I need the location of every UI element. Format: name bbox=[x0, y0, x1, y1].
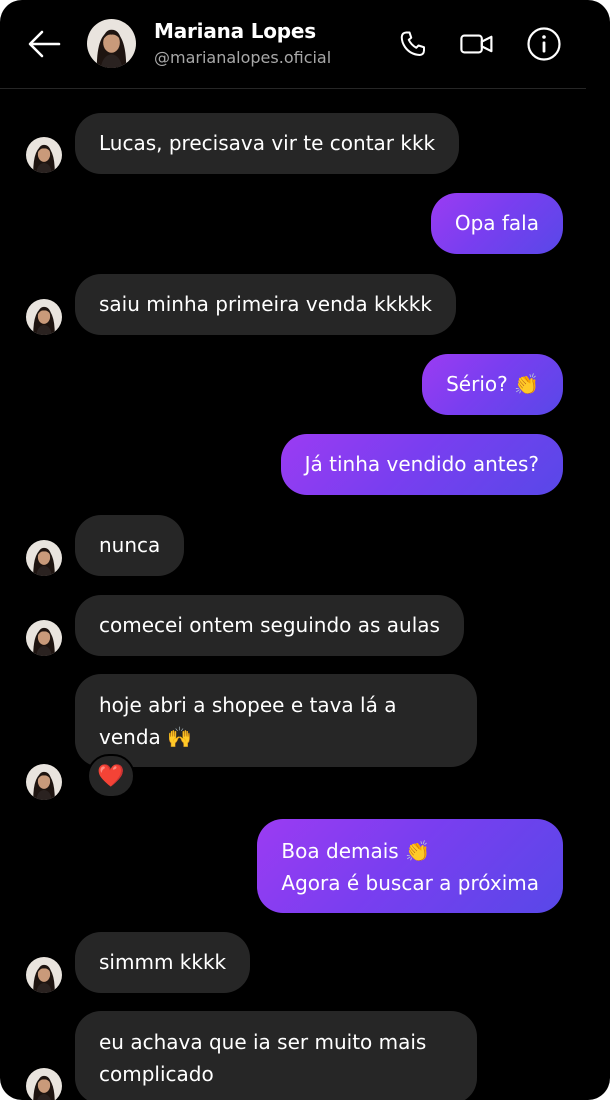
sender-avatar bbox=[26, 957, 62, 993]
chat-screen: Mariana Lopes @marianalopes.oficial Luca… bbox=[0, 0, 610, 1100]
sender-avatar bbox=[26, 540, 62, 576]
message-outgoing[interactable]: Sério? 👏 bbox=[422, 354, 563, 415]
phone-icon bbox=[400, 31, 425, 56]
sender-avatar bbox=[26, 137, 62, 173]
message-incoming[interactable]: nunca bbox=[75, 515, 185, 576]
video-icon bbox=[460, 34, 493, 54]
message-incoming[interactable]: saiu minha primeira venda kkkkk bbox=[75, 274, 456, 335]
call-button[interactable] bbox=[394, 25, 432, 63]
message-incoming[interactable]: eu achava que ia ser muito mais complica… bbox=[75, 1011, 477, 1100]
back-button[interactable] bbox=[26, 26, 62, 62]
message-outgoing[interactable]: Opa fala bbox=[430, 193, 563, 254]
chat-header: Mariana Lopes @marianalopes.oficial bbox=[0, 0, 610, 88]
message-incoming[interactable]: comecei ontem seguindo as aulas bbox=[75, 595, 464, 656]
sender-avatar bbox=[26, 764, 62, 800]
info-icon bbox=[527, 27, 561, 61]
message-outgoing[interactable]: Boa demais 👏 Agora é buscar a próxima bbox=[257, 819, 563, 913]
message-incoming[interactable]: simmm kkkk bbox=[75, 932, 251, 993]
sender-avatar bbox=[26, 1068, 62, 1100]
info-button[interactable] bbox=[525, 25, 563, 63]
contact-avatar[interactable] bbox=[87, 19, 136, 68]
message-incoming[interactable]: Lucas, precisava vir te contar kkk bbox=[75, 113, 460, 174]
message-outgoing[interactable]: Já tinha vendido antes? bbox=[280, 434, 563, 495]
header-divider bbox=[0, 88, 586, 89]
message-incoming[interactable]: hoje abri a shopee e tava lá a venda 🙌 bbox=[75, 674, 477, 767]
contact-handle: @marianalopes.oficial bbox=[154, 48, 332, 67]
sender-avatar bbox=[26, 620, 62, 656]
heart-reaction[interactable]: ❤️ bbox=[87, 754, 135, 798]
contact-name[interactable]: Mariana Lopes bbox=[154, 19, 316, 43]
back-arrow-icon bbox=[28, 30, 61, 58]
video-call-button[interactable] bbox=[458, 25, 496, 63]
sender-avatar bbox=[26, 299, 62, 335]
